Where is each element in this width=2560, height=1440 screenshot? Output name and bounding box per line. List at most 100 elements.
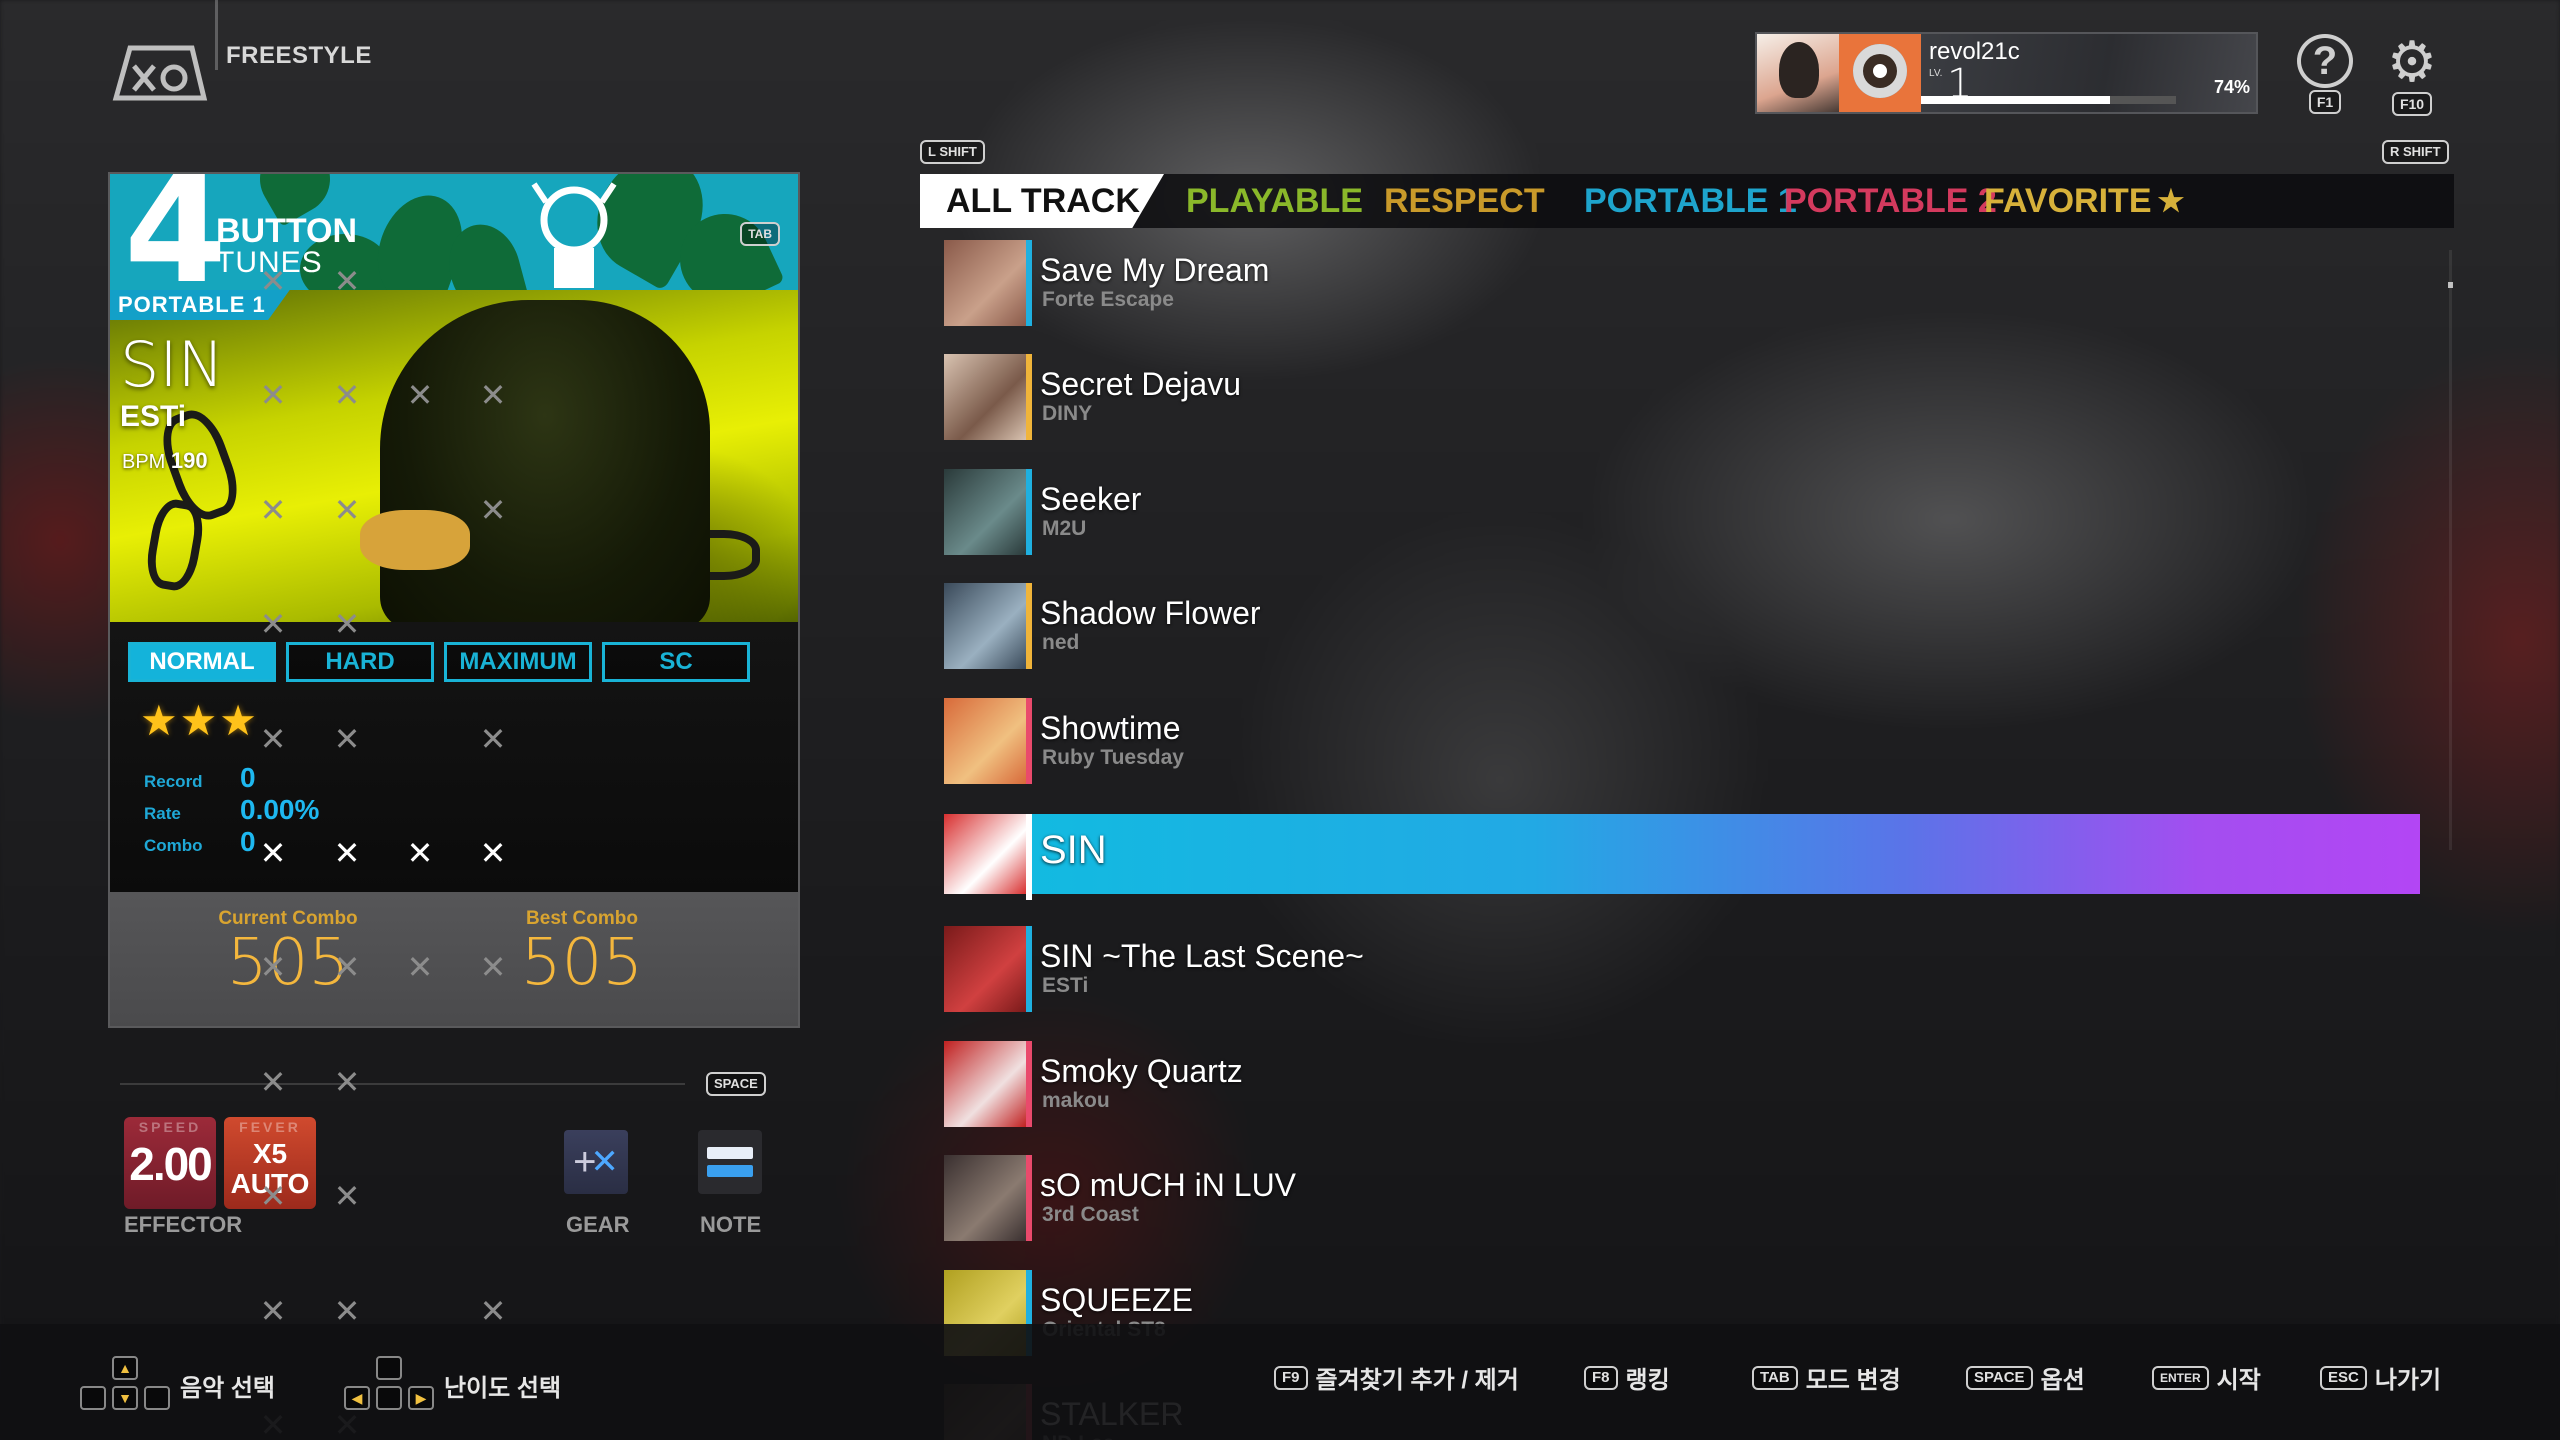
cross-icon: ✕	[590, 1143, 619, 1181]
hint-favorite: F9 즐겨찾기 추가 / 제거	[1274, 1360, 1519, 1395]
esc-key: ESC	[2320, 1365, 2367, 1390]
help-key: F1	[2308, 90, 2342, 114]
arrow-right-icon: ▶	[408, 1386, 434, 1410]
mode-change-label: 모드 변경	[1805, 1367, 1901, 1394]
song-row[interactable]: Smoky Quartz makou ✕ ✕	[260, 1040, 2420, 1127]
space-key: SPACE	[1966, 1365, 2033, 1390]
bpm-value: 190	[170, 448, 208, 473]
tab-playable[interactable]: PLAYABLE	[1186, 174, 1363, 228]
fever-multiplier: X5	[252, 1138, 288, 1169]
note-skin-top-icon	[707, 1147, 753, 1159]
speed-value: 2.00	[129, 1138, 213, 1190]
difficulty-sc-button[interactable]: SC	[602, 642, 750, 682]
button-mode-banner[interactable]: 4 BUTTON TUNES TAB	[110, 174, 798, 290]
hint-difficulty-select: ◀ ▶ 난이도 선택	[344, 1356, 561, 1414]
song-title: Save My Dream	[1040, 252, 1270, 288]
character-avatar	[1757, 34, 1839, 112]
f9-key: F9	[1274, 1365, 1308, 1390]
difficulty-mark-icon: ✕	[333, 835, 361, 871]
level-prefix: LV.	[1929, 68, 1943, 79]
song-thumbnail	[944, 354, 1026, 441]
speed-effector-tile[interactable]: SPEED 2.00	[124, 1117, 216, 1209]
tab-respect[interactable]: RESPECT	[1384, 174, 1545, 228]
difficulty-mark-icon: ✕	[333, 1178, 361, 1215]
difficulty-mark-icon: ✕	[479, 835, 507, 871]
song-thumbnail	[944, 1040, 1026, 1127]
current-combo: Current Combo 505	[158, 908, 418, 997]
star-icon: ★	[2157, 184, 2185, 218]
f8-key: F8	[1584, 1365, 1618, 1390]
music-select-label: 음악 선택	[180, 1374, 275, 1402]
song-title: Shadow Flower	[1040, 595, 1261, 632]
stat-combo: Combo 0	[144, 826, 256, 858]
song-category-stripe	[1026, 926, 1032, 1013]
song-title: Seeker	[1040, 480, 1142, 517]
question-icon: ?	[2297, 34, 2353, 88]
player-avatar	[1839, 34, 1921, 112]
difficulty-mark-icon: ✕	[333, 1292, 361, 1329]
song-row[interactable]: SIN ~The Last Scene~ ESTi ✕ ✕ ✕ ✕	[260, 926, 2420, 1013]
song-thumbnail	[944, 697, 1026, 784]
gear-icon: ⚙	[2386, 30, 2438, 93]
settings-key: F10	[2391, 92, 2433, 116]
song-row[interactable]: Seeker M2U ✕ ✕ ✕	[260, 468, 2420, 555]
tab-all-track[interactable]: ALL TRACK	[920, 174, 1164, 228]
song-title: SIN	[120, 328, 225, 401]
song-row[interactable]: Showtime Ruby Tuesday ✕ ✕ ✕	[260, 697, 2420, 784]
note-button[interactable]	[698, 1130, 762, 1194]
difficulty-mark-icon: ✕	[333, 606, 361, 643]
song-artist: Ruby Tuesday	[1042, 745, 1184, 769]
song-title: SIN	[1040, 828, 1107, 872]
song-row-selected[interactable]: SIN ✕ ✕ ✕ ✕	[260, 814, 2420, 900]
difficulty-mark-icon: ✕	[333, 263, 361, 299]
player-profile[interactable]: revol21c LV. 1 74%	[1755, 32, 2258, 114]
exp-percent: 74%	[2213, 77, 2250, 97]
jacket-character	[380, 300, 710, 630]
fever-tag: FEVER	[239, 1119, 301, 1135]
stat-record: Record 0	[144, 762, 256, 794]
difficulty-hard-button[interactable]: HARD	[286, 642, 434, 682]
tab-portable-2[interactable]: PORTABLE 2	[1784, 174, 1997, 228]
song-category-stripe	[1026, 240, 1032, 326]
difficulty-normal-button[interactable]: NORMAL	[128, 642, 276, 682]
gear-button[interactable]: + ✕	[564, 1130, 628, 1194]
song-thumbnail	[944, 468, 1026, 555]
tab-favorite[interactable]: FAVORITE ★	[1984, 174, 2184, 228]
song-title: Smoky Quartz	[1040, 1052, 1243, 1089]
mascot-icon	[531, 182, 617, 288]
song-list-scroll-thumb[interactable]	[2448, 282, 2453, 288]
song-row[interactable]: Secret Dejavu DINY ✕ ✕ ✕ ✕	[260, 354, 2420, 441]
stat-rate: Rate 0.00%	[144, 794, 319, 826]
settings-button[interactable]: ⚙ F10	[2382, 30, 2442, 116]
profile-info: revol21c LV. 1 74%	[1921, 34, 2256, 112]
difficulty-mark-icon: ✕	[333, 377, 361, 414]
song-artist: 3rd Coast	[1042, 1203, 1139, 1227]
song-title: Showtime	[1040, 709, 1181, 746]
song-category-stripe	[1026, 468, 1032, 555]
difficulty-mark-icon: ✕	[259, 1292, 287, 1329]
logo-divider	[215, 0, 218, 70]
difficulty-mark-icon: ✕	[333, 491, 361, 528]
difficulty-mark-icon: ✕	[259, 1063, 287, 1100]
difficulty-maximum-button[interactable]: MAXIMUM	[444, 642, 592, 682]
hint-exit: ESC 나가기	[2320, 1360, 2441, 1395]
difficulty-mark-icon: ✕	[406, 377, 434, 414]
difficulty-mark-icon: ✕	[406, 949, 434, 986]
song-category-stripe	[1026, 1155, 1032, 1242]
song-list-scrollbar[interactable]	[2449, 250, 2452, 850]
bpm-label: BPM	[122, 451, 166, 473]
song-row[interactable]: sO mUCH iN LUV 3rd Coast ✕ ✕	[260, 1155, 2420, 1242]
ranking-label: 랭킹	[1625, 1367, 1670, 1394]
hint-start: ENTER 시작	[2152, 1360, 2261, 1395]
tab-portable-1[interactable]: PORTABLE 1	[1584, 174, 1797, 228]
song-category-stripe	[1026, 1040, 1032, 1127]
game-logo	[112, 45, 208, 101]
difficulty-area: NORMAL HARD MAXIMUM SC ★★★ Record 0 Rate…	[110, 622, 798, 892]
updown-keys-icon: ▲ ▼	[80, 1356, 172, 1414]
space-key-hint: SPACE	[706, 1072, 766, 1096]
key-blank-icon	[80, 1386, 106, 1410]
song-row[interactable]: Save My Dream Forte Escape ✕ ✕	[260, 240, 2420, 326]
difficulty-mark-icon: ✕	[479, 949, 507, 986]
help-button[interactable]: ? F1	[2295, 34, 2355, 114]
song-row[interactable]: Shadow Flower ned ✕ ✕	[260, 583, 2420, 670]
